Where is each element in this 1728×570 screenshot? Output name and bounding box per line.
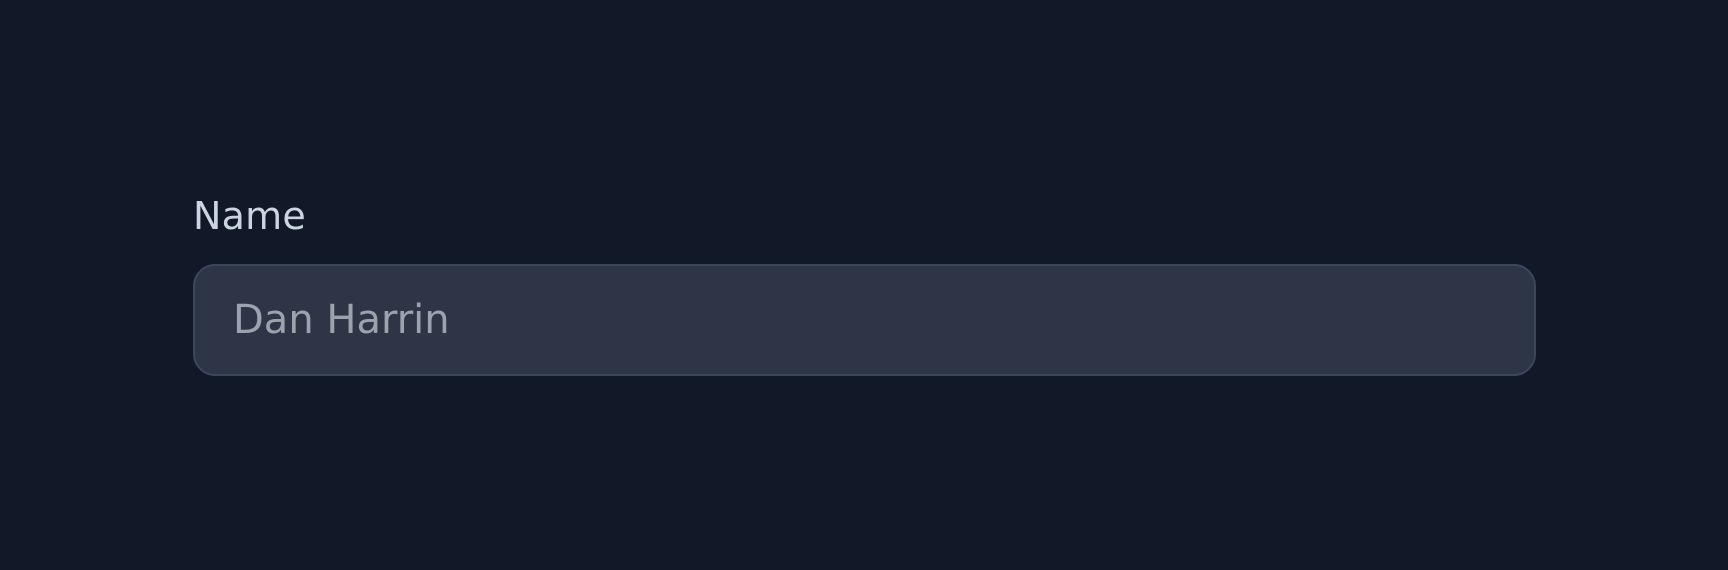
- name-input[interactable]: [193, 264, 1536, 376]
- name-label: Name: [193, 194, 306, 238]
- name-field-group: Name: [193, 188, 1536, 376]
- page: Name: [0, 0, 1728, 570]
